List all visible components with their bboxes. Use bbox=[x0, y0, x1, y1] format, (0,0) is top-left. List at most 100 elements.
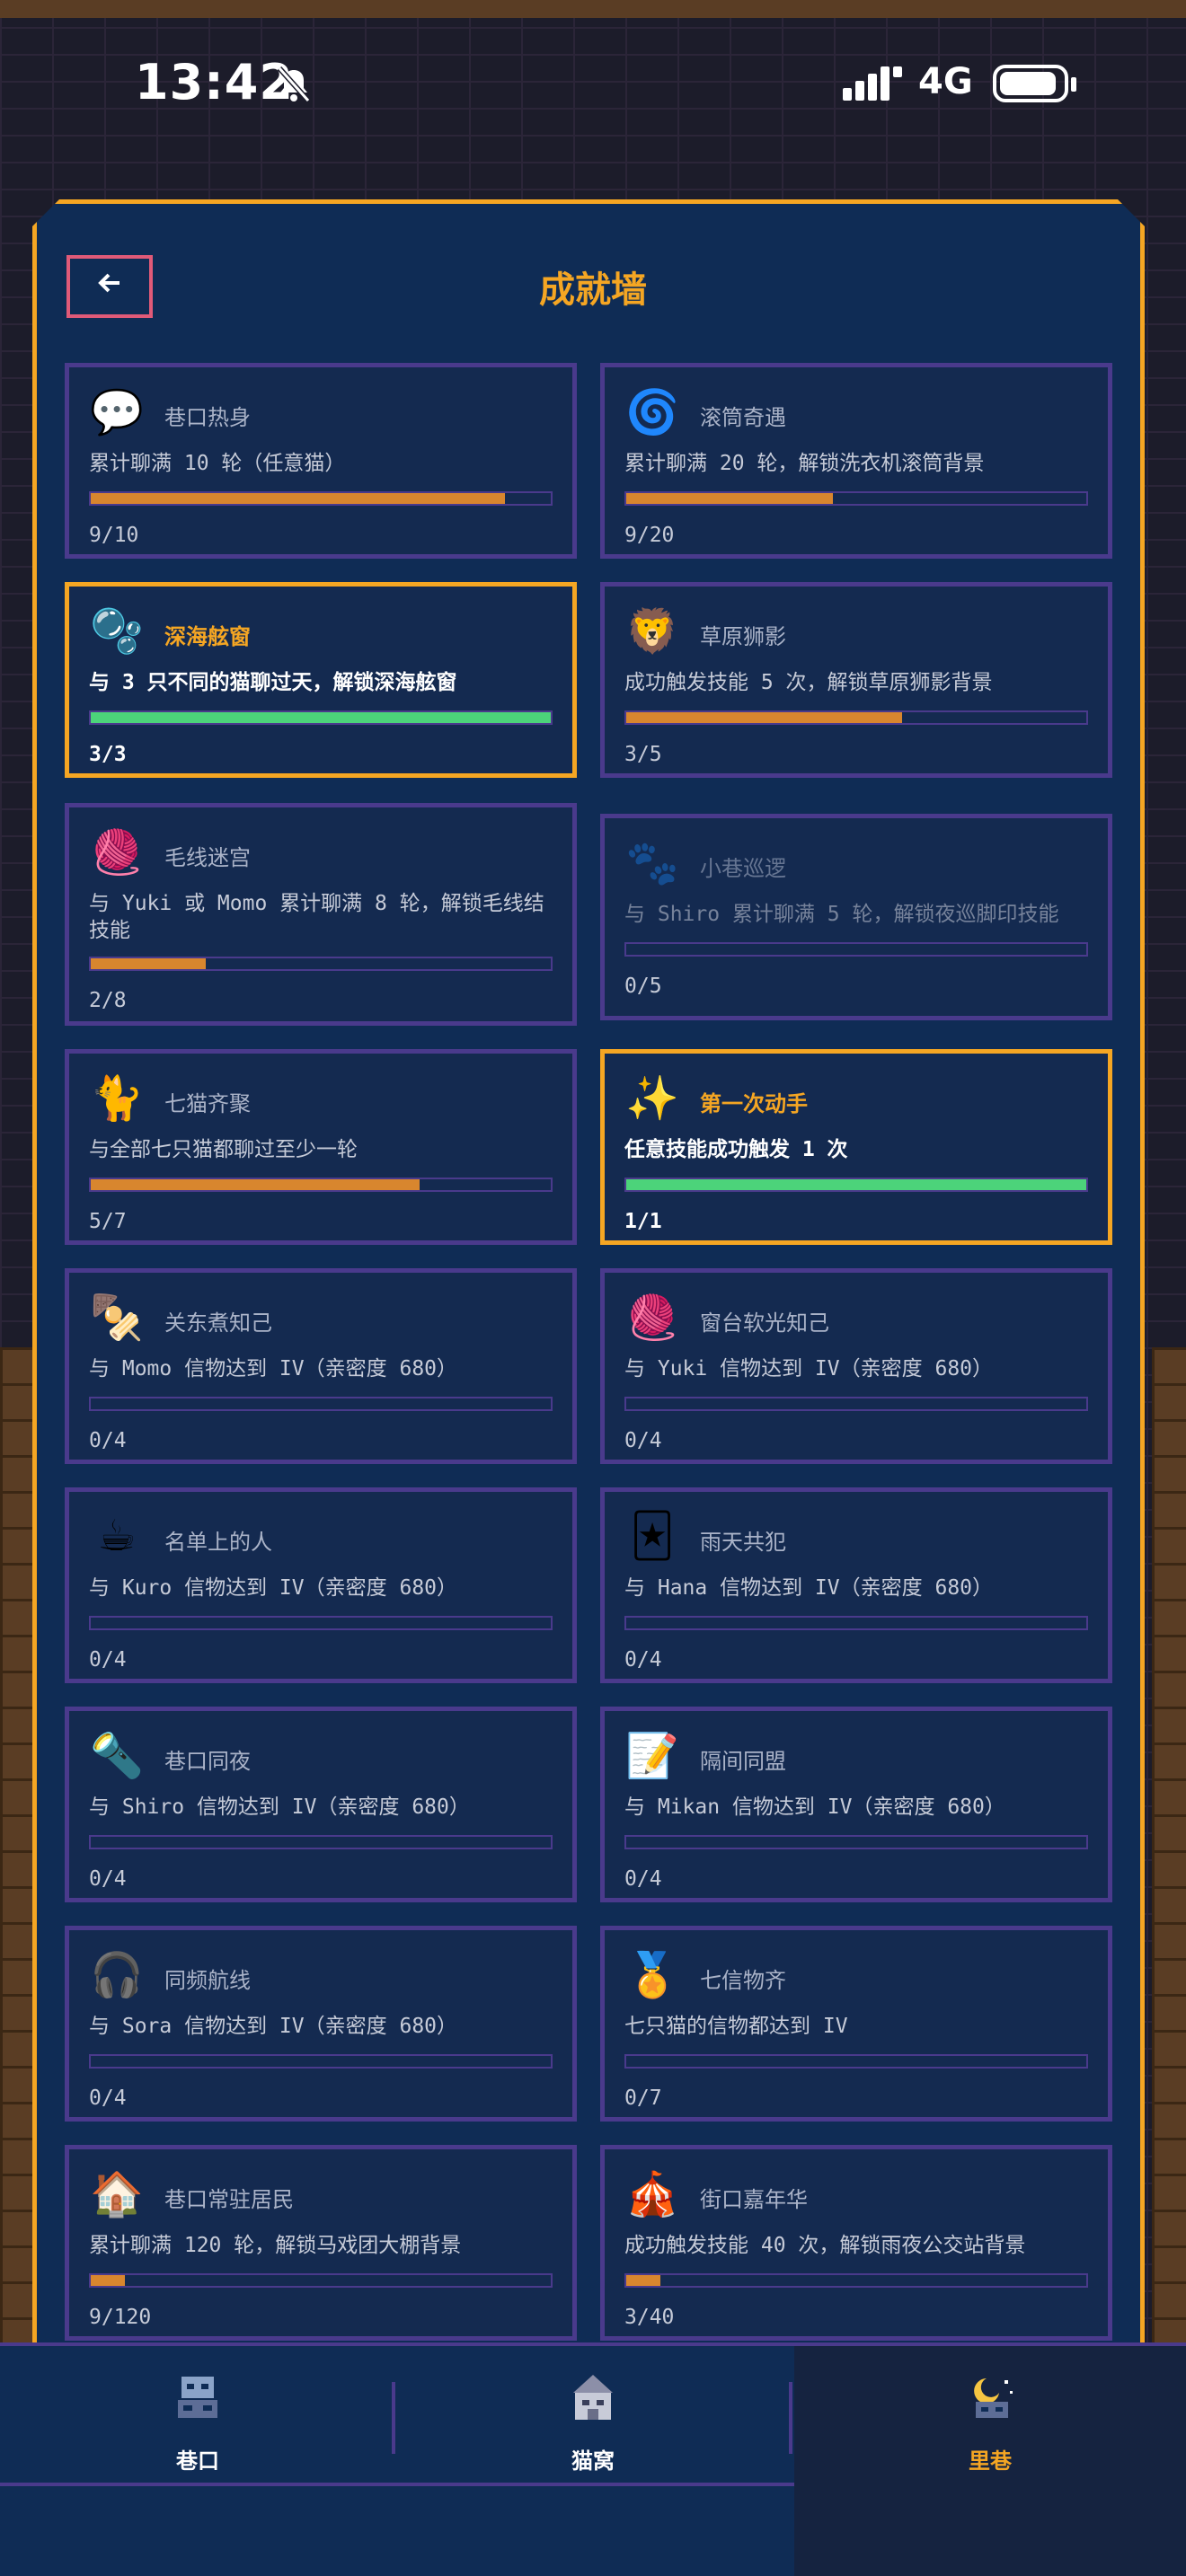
progress-bar bbox=[89, 491, 553, 506]
achievement-name: 街口嘉年华 bbox=[700, 2187, 808, 2212]
cat-house-icon bbox=[566, 2371, 620, 2425]
achievement-icon: 🧶 bbox=[625, 1292, 679, 1343]
achievement-name: 七信物齐 bbox=[700, 1968, 786, 1993]
achievement-description: 与 Shiro 信物达到 IV（亲密度 680） bbox=[89, 1795, 470, 1819]
achievement-card[interactable]: 🔦 巷口同夜与 Shiro 信物达到 IV（亲密度 680） 0/4 bbox=[65, 1707, 577, 1902]
achievement-card[interactable]: 🧶 窗台软光知己与 Yuki 信物达到 IV（亲密度 680） 0/4 bbox=[600, 1268, 1112, 1464]
page-title: 成就墙 bbox=[539, 269, 647, 311]
battery-icon bbox=[993, 65, 1068, 102]
achievement-card[interactable]: 🐈 七猫齐聚 与全部七只猫都聊过至少一轮 5/7 bbox=[65, 1049, 577, 1245]
achievement-icon: 📝 bbox=[625, 1730, 679, 1781]
progress-bar-fill bbox=[91, 958, 206, 969]
progress-bar bbox=[624, 2054, 1088, 2069]
achievement-name: 巷口常驻居民 bbox=[164, 2187, 294, 2212]
top-border bbox=[0, 0, 1186, 18]
achievement-description: 与 Hana 信物达到 IV（亲密度 680） bbox=[624, 1576, 994, 1600]
achievement-card[interactable]: 🌀 滚筒奇遇 累计聊满 20 轮，解锁洗衣机滚筒背景 9/20 bbox=[600, 363, 1112, 559]
achievement-card[interactable]: 🏅 七信物齐 七只猫的信物都达到 IV 0/7 bbox=[600, 1926, 1112, 2122]
achievement-name: 小巷巡逻 bbox=[700, 856, 786, 881]
achievement-description: 与全部七只猫都聊过至少一轮 bbox=[89, 1138, 358, 1161]
signal-icon bbox=[843, 66, 904, 106]
progress-bar bbox=[89, 1178, 553, 1192]
achievement-description: 成功触发技能 40 次，解锁雨夜公交站背景 bbox=[624, 2234, 1026, 2257]
achievement-progress: 3/3 bbox=[89, 743, 127, 766]
achievement-description: 与 Sora 信物达到 IV（亲密度 680） bbox=[89, 2015, 458, 2038]
progress-bar bbox=[624, 1835, 1088, 1849]
progress-bar bbox=[624, 1178, 1088, 1192]
progress-bar-fill bbox=[626, 493, 834, 504]
robot-cat-icon bbox=[171, 2371, 225, 2425]
achievement-progress: 0/4 bbox=[89, 1648, 127, 1672]
achievement-icon: 🃏 bbox=[630, 1511, 675, 1561]
achievement-description: 与 Shiro 累计聊满 5 轮，解锁夜巡脚印技能 bbox=[624, 903, 1059, 926]
achievement-card[interactable]: 🐾 小巷巡逻与 Shiro 累计聊满 5 轮，解锁夜巡脚印技能 0/5 bbox=[600, 814, 1112, 1020]
achievement-description: 与 Mikan 信物达到 IV（亲密度 680） bbox=[624, 1795, 1005, 1819]
nav-tab-inner-alley[interactable]: 里巷 bbox=[794, 2346, 1186, 2486]
achievement-description: 成功触发技能 5 次，解锁草原狮影背景 bbox=[624, 671, 993, 694]
progress-bar bbox=[89, 1835, 553, 1849]
achievement-progress: 0/4 bbox=[89, 1867, 127, 1891]
achievement-name: 深海舷窗 bbox=[164, 624, 251, 649]
progress-bar-fill bbox=[91, 2275, 126, 2286]
achievement-card[interactable]: ✨ 第一次动手 任意技能成功触发 1 次 1/1 bbox=[600, 1049, 1112, 1245]
progress-bar bbox=[624, 710, 1088, 725]
achievement-progress: 0/7 bbox=[624, 2086, 662, 2110]
achievement-progress: 0/4 bbox=[624, 1648, 662, 1672]
achievement-card[interactable]: 🎪 街口嘉年华 成功触发技能 40 次，解锁雨夜公交站背景 3/40 bbox=[600, 2145, 1112, 2341]
achievement-icon: 🫧 bbox=[90, 605, 144, 657]
nav-tab-cat-nest[interactable]: 猫窝 bbox=[395, 2346, 791, 2486]
achievement-card[interactable]: 🧶 毛线迷宫与 Yuki 或 Momo 累计聊满 8 轮，解锁毛线结技能 2/8 bbox=[65, 803, 577, 1026]
achievement-name: 草原狮影 bbox=[700, 624, 786, 649]
achievement-progress: 2/8 bbox=[89, 989, 127, 1012]
achievement-description: 与 3 只不同的猫聊过天，解锁深海舷窗 bbox=[89, 671, 457, 694]
achievement-card[interactable]: 🏠 巷口常驻居民 累计聊满 120 轮，解锁马戏团大棚背景 9/120 bbox=[65, 2145, 577, 2341]
brick-wall-left bbox=[0, 1347, 34, 2344]
achievement-progress: 0/4 bbox=[624, 1429, 662, 1452]
achievement-icon: 🏠 bbox=[90, 2168, 144, 2219]
achievement-name: 窗台软光知己 bbox=[700, 1310, 829, 1336]
achievement-card[interactable]: 🦁 草原狮影 成功触发技能 5 次，解锁草原狮影背景 3/5 bbox=[600, 582, 1112, 778]
bottom-nav: 巷口 猫窝 里巷 bbox=[0, 2342, 1186, 2486]
status-bar: 13:42 4G bbox=[0, 36, 1186, 135]
achievement-progress: 5/7 bbox=[89, 1210, 127, 1233]
achievement-icon: 🌀 bbox=[625, 386, 679, 437]
achievement-progress: 0/5 bbox=[624, 975, 662, 998]
achievement-card[interactable]: ☕ 名单上的人与 Kuro 信物达到 IV（亲密度 680） 0/4 bbox=[65, 1487, 577, 1683]
achievement-description: 与 Kuro 信物达到 IV（亲密度 680） bbox=[89, 1576, 458, 1600]
progress-bar bbox=[89, 957, 553, 971]
progress-bar bbox=[89, 2273, 553, 2288]
achievement-description: 累计聊满 10 轮（任意猫） bbox=[89, 452, 346, 475]
achievement-card[interactable]: 🍢 关东煮知己与 Momo 信物达到 IV（亲密度 680） 0/4 bbox=[65, 1268, 577, 1464]
nav-tab-alley[interactable]: 巷口 bbox=[0, 2346, 395, 2486]
nav-divider bbox=[392, 2382, 395, 2454]
achievement-card[interactable]: 🫧 深海舷窗与 3 只不同的猫聊过天，解锁深海舷窗 3/3 bbox=[65, 582, 577, 778]
progress-bar-fill bbox=[626, 712, 903, 723]
achievement-icon: 💬 bbox=[90, 386, 144, 437]
achievement-card[interactable]: 💬 巷口热身 累计聊满 10 轮（任意猫） 9/10 bbox=[65, 363, 577, 559]
achievement-icon: 🎪 bbox=[625, 2168, 679, 2219]
achievement-description: 与 Momo 信物达到 IV（亲密度 680） bbox=[89, 1357, 458, 1381]
nav-label: 里巷 bbox=[969, 2448, 1012, 2474]
nav-bottom-fill-active bbox=[794, 2486, 1186, 2576]
progress-bar-fill bbox=[626, 1179, 1086, 1190]
nav-divider bbox=[789, 2382, 792, 2454]
achievement-name: 名单上的人 bbox=[164, 1530, 272, 1555]
achievement-card[interactable]: 🎧 同频航线与 Sora 信物达到 IV（亲密度 680） 0/4 bbox=[65, 1926, 577, 2122]
bell-muted-icon bbox=[274, 65, 314, 108]
progress-bar bbox=[624, 1397, 1088, 1411]
achievement-icon: 🧶 bbox=[90, 826, 144, 878]
progress-bar bbox=[89, 710, 553, 725]
progress-bar bbox=[624, 1616, 1088, 1630]
achievement-name: 毛线迷宫 bbox=[164, 845, 251, 870]
achievement-name: 关东煮知己 bbox=[164, 1310, 272, 1336]
achievement-name: 同频航线 bbox=[164, 1968, 251, 1993]
achievement-progress: 1/1 bbox=[624, 1210, 662, 1233]
achievement-icon: ✨ bbox=[625, 1072, 679, 1124]
achievement-card[interactable]: 🃏 雨天共犯与 Hana 信物达到 IV（亲密度 680） 0/4 bbox=[600, 1487, 1112, 1683]
nav-label: 巷口 bbox=[176, 2448, 219, 2474]
progress-bar bbox=[624, 2273, 1088, 2288]
achievement-name: 第一次动手 bbox=[700, 1091, 808, 1116]
achievement-card[interactable]: 📝 隔间同盟与 Mikan 信物达到 IV（亲密度 680） 0/4 bbox=[600, 1707, 1112, 1902]
achievement-name: 滚筒奇遇 bbox=[700, 405, 786, 430]
progress-bar bbox=[624, 942, 1088, 957]
